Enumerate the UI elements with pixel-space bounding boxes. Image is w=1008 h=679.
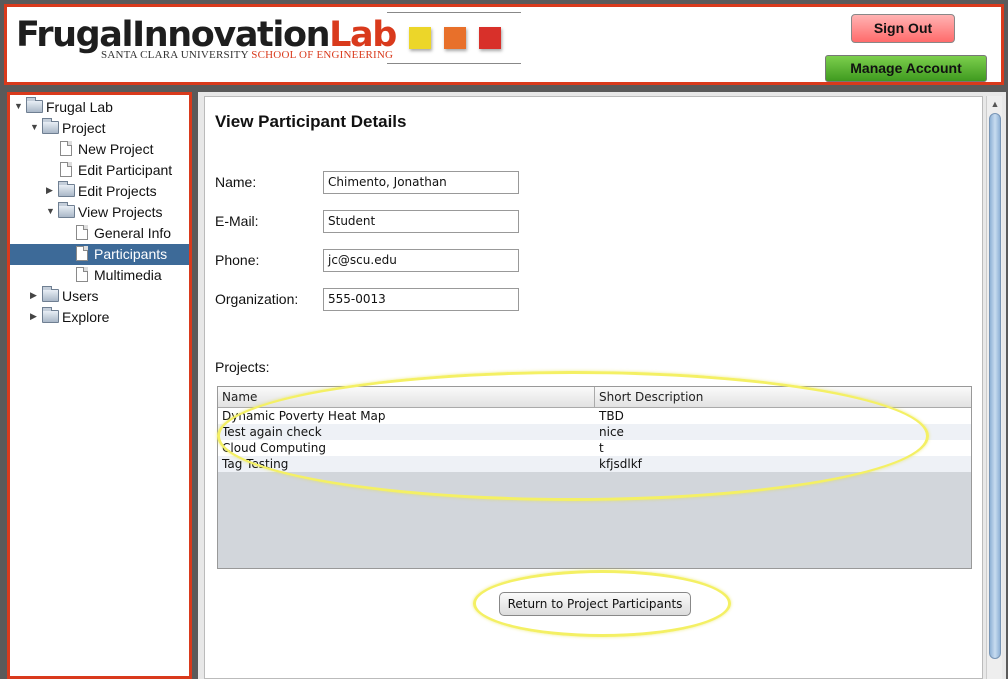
- logo-university: SANTA CLARA UNIVERSITY: [101, 49, 249, 61]
- sidebar-item-label: Explore: [62, 309, 110, 325]
- folder-icon: [42, 118, 59, 134]
- scroll-up-arrow-icon[interactable]: ▲: [987, 96, 1003, 112]
- collapsed-arrow-icon[interactable]: ▶: [30, 309, 37, 324]
- brand-swatches: [387, 12, 521, 64]
- expanded-arrow-icon[interactable]: ▼: [30, 120, 39, 135]
- sidebar-item-users[interactable]: ▶ Users: [10, 286, 189, 307]
- collapsed-arrow-icon[interactable]: ▶: [46, 183, 53, 198]
- sidebar-item-edit-participant[interactable]: Edit Participant: [10, 160, 189, 181]
- organization-field[interactable]: 555-0013: [323, 288, 519, 311]
- sidebar-item-project[interactable]: ▼ Project: [10, 118, 189, 139]
- sidebar-item-label: Users: [62, 288, 99, 304]
- email-field[interactable]: Student: [323, 210, 519, 233]
- sidebar-item-label: Frugal Lab: [46, 99, 113, 115]
- email-label: E-Mail:: [215, 213, 259, 229]
- expanded-arrow-icon[interactable]: ▼: [46, 204, 55, 219]
- sidebar-item-label: General Info: [94, 225, 172, 241]
- vertical-scrollbar[interactable]: ▲: [986, 96, 1002, 679]
- logo-school: SCHOOL OF ENGINEERING: [251, 49, 394, 61]
- phone-label: Phone:: [215, 252, 260, 268]
- highlight-ellipse-button: [473, 570, 731, 637]
- document-icon: [76, 225, 88, 240]
- collapsed-arrow-icon[interactable]: ▶: [30, 288, 37, 303]
- projects-label: Projects:: [215, 359, 270, 375]
- sidebar-item-label: Edit Participant: [78, 162, 173, 178]
- navigation-tree: ▼ Frugal Lab ▼ Project New Project Edit Parti…: [7, 92, 192, 679]
- folder-icon: [58, 202, 75, 218]
- organization-label: Organization:: [215, 291, 299, 307]
- sidebar-item-multimedia[interactable]: Multimedia: [10, 265, 189, 286]
- logo-subtitle: SANTA CLARA UNIVERSITY SCHOOL OF ENGINEE…: [101, 49, 393, 61]
- sidebar-item-explore[interactable]: ▶ Explore: [10, 307, 189, 328]
- sidebar-item-label: Participants: [94, 246, 168, 262]
- sidebar-item-label: Project: [62, 120, 106, 136]
- sidebar-item-participants[interactable]: Participants: [10, 244, 189, 265]
- red-swatch: [479, 27, 501, 49]
- document-icon: [60, 141, 72, 156]
- orange-swatch: [444, 27, 466, 49]
- app-header: FrugalInnovationLab SANTA CLARA UNIVERSI…: [4, 4, 1004, 85]
- yellow-swatch: [409, 27, 431, 49]
- sidebar-item-new-project[interactable]: New Project: [10, 139, 189, 160]
- name-field[interactable]: Chimento, Jonathan: [323, 171, 519, 194]
- sidebar-item-general-info[interactable]: General Info: [10, 223, 189, 244]
- content-area: View Participant Details Name: Chimento,…: [204, 96, 983, 679]
- sidebar-item-label: Multimedia: [94, 267, 162, 283]
- document-icon: [76, 246, 88, 261]
- sidebar-item-label: New Project: [78, 141, 154, 157]
- scroll-thumb[interactable]: [989, 113, 1001, 659]
- phone-field[interactable]: jc@scu.edu: [323, 249, 519, 272]
- sidebar-item-label: Edit Projects: [78, 183, 157, 199]
- folder-icon: [26, 97, 43, 113]
- page-title: View Participant Details: [215, 112, 407, 131]
- manage-account-button[interactable]: Manage Account: [825, 55, 987, 82]
- main-panel: View Participant Details Name: Chimento,…: [198, 92, 1006, 679]
- folder-icon: [42, 307, 59, 323]
- sidebar-item-frugal-lab[interactable]: ▼ Frugal Lab: [10, 97, 189, 118]
- sidebar-item-view-projects[interactable]: ▼ View Projects: [10, 202, 189, 223]
- sign-out-button[interactable]: Sign Out: [851, 14, 955, 43]
- sidebar-item-edit-projects[interactable]: ▶ Edit Projects: [10, 181, 189, 202]
- sidebar-item-label: View Projects: [78, 204, 163, 220]
- document-icon: [76, 267, 88, 282]
- document-icon: [60, 162, 72, 177]
- name-label: Name:: [215, 174, 257, 190]
- highlight-ellipse-table: [217, 371, 929, 501]
- folder-icon: [42, 286, 59, 302]
- folder-icon: [58, 181, 75, 197]
- expanded-arrow-icon[interactable]: ▼: [14, 99, 23, 114]
